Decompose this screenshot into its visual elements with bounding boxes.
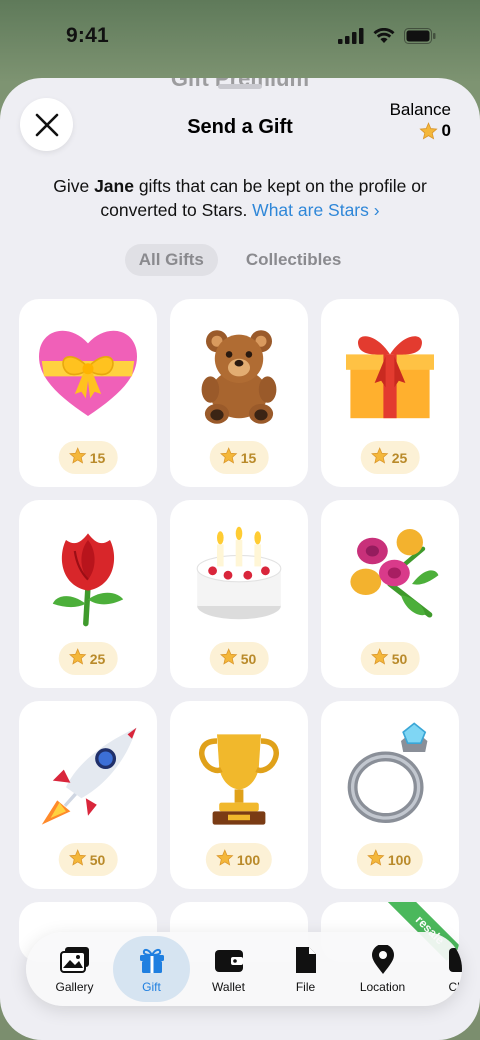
what-are-stars-link[interactable]: What are Stars › [252,200,379,220]
gift-card[interactable]: 50 [19,701,157,889]
gift-price: 100 [205,843,273,876]
star-icon [69,648,87,669]
gift-card[interactable]: 50 [321,500,459,688]
star-icon [220,447,238,468]
gift-price: 50 [58,843,118,876]
teddy-bear-gift-icon [184,317,294,427]
balance-value: 0 [441,121,451,140]
star-icon [371,447,389,468]
bouquet-gift-icon [335,518,445,628]
gift-tabs: All Gifts Collectibles [0,244,480,276]
trophy-gift-icon [184,719,294,829]
gift-price: 50 [209,642,269,675]
tab-collectibles[interactable]: Collectibles [232,244,355,276]
gift-price-value: 15 [89,449,106,466]
gift-card[interactable]: 15 [170,299,308,487]
tab-all-gifts[interactable]: All Gifts [124,244,218,276]
birthday-cake-gift-icon [184,518,294,628]
star-icon [371,648,389,669]
status-icons [338,28,436,44]
nav-location[interactable]: Location [344,936,421,1002]
nav-gallery[interactable]: Gallery [36,936,113,1002]
gift-price-value: 15 [240,449,257,466]
gift-card[interactable]: 50 [170,500,308,688]
gift-price: 25 [58,642,118,675]
gift-price: 15 [58,441,118,474]
description-text-1: Give [53,176,95,196]
wallet-icon [213,944,245,976]
attachment-bar: Gallery Gift Wallet File Location C [26,932,462,1006]
status-time: 9:41 [66,24,109,47]
gift-card[interactable]: 25 [321,299,459,487]
sheet-grabber[interactable] [218,84,262,89]
gift-description: Give Jane gifts that can be kept on the … [30,174,450,222]
gift-price-value: 100 [236,851,261,868]
star-icon [69,447,87,468]
star-icon [220,648,238,669]
gift-price-value: 50 [391,650,408,667]
balance-amount: 0 [390,121,451,141]
star-icon [367,849,385,870]
battery-icon [404,28,436,44]
gift-price-value: 50 [240,650,257,667]
gift-card[interactable]: 100 [321,701,459,889]
star-icon [418,121,438,140]
nav-label: Location [359,980,406,994]
gift-card[interactable]: 15 [19,299,157,487]
gift-card[interactable]: 100 [170,701,308,889]
star-icon [216,849,234,870]
gift-price-value: 50 [89,851,106,868]
balance-label: Balance [389,100,451,119]
rocket-gift-icon [33,719,143,829]
location-icon [367,944,399,976]
heart-gift-icon [33,317,143,427]
nav-label: Gallery [55,980,94,994]
nav-gift[interactable]: Gift [113,936,190,1002]
gift-price: 50 [360,642,420,675]
gift-price-value: 100 [387,851,412,868]
balance: Balance 0 [390,100,451,141]
wifi-icon [373,28,395,43]
gift-price: 25 [360,441,420,474]
status-bar: 9:41 [0,0,480,72]
gift-price-value: 25 [89,650,106,667]
present-box-gift-icon [335,317,445,427]
nav-wallet[interactable]: Wallet [190,936,267,1002]
rose-gift-icon [33,518,143,628]
gift-price: 100 [356,843,424,876]
diamond-ring-gift-icon [335,719,445,829]
gallery-icon [59,944,91,976]
gift-icon [136,944,168,976]
nav-file[interactable]: File [267,936,344,1002]
gift-card[interactable]: 25 [19,500,157,688]
gift-price: 15 [209,441,269,474]
nav-label: Wallet [212,980,245,994]
nav-label: Gift [142,980,161,994]
file-icon [290,944,322,976]
signal-icon [338,28,364,44]
nav-label: File [295,980,316,994]
gift-price-value: 25 [391,449,408,466]
recipient-name: Jane [94,176,134,196]
gift-sheet: Gift Premium Send a Gift Balance 0 Give … [0,78,480,1040]
star-icon [69,849,87,870]
gift-grid: 15 15 25 25 50 50 50 100 100 resale [19,299,461,962]
